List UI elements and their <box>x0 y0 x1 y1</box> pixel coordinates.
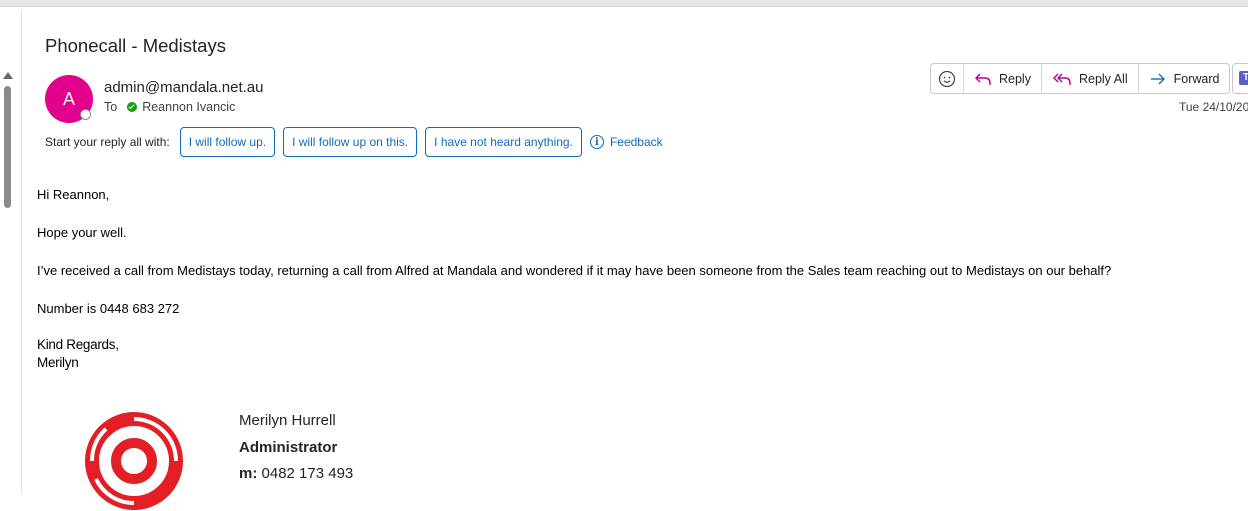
received-date: Tue 24/10/20 <box>1179 100 1248 114</box>
company-logo <box>85 412 183 510</box>
mobile-label: m: <box>239 465 258 482</box>
avatar-initial: A <box>62 88 75 109</box>
suggested-replies-label: Start your reply all with: <box>45 135 170 149</box>
body-line-1: Hope your well. <box>37 225 127 240</box>
reply-arrow-icon <box>975 73 991 85</box>
reply-all-label: Reply All <box>1078 71 1128 86</box>
sender-address[interactable]: admin@mandala.net.au <box>104 79 264 96</box>
smiley-icon <box>938 70 956 87</box>
available-check-icon <box>127 102 138 112</box>
to-label: To <box>104 100 118 114</box>
scrollbar-thumb[interactable] <box>4 86 11 208</box>
presence-status-icon <box>80 109 91 120</box>
email-subject: Phonecall - Medistays <box>45 35 226 56</box>
feedback-label: Feedback <box>609 135 663 149</box>
body-sender-name: Merilyn <box>37 355 79 370</box>
mobile-number[interactable]: 0482 173 493 <box>262 465 354 482</box>
body-line-3: Number is 0448 683 272 <box>37 301 180 316</box>
reply-all-arrow-icon <box>1052 73 1071 85</box>
scroll-up-arrow-icon[interactable] <box>3 72 13 79</box>
reply-label: Reply <box>999 71 1031 86</box>
suggested-reply-1[interactable]: I will follow up. <box>179 127 276 157</box>
reply-button[interactable]: Reply <box>964 64 1042 93</box>
forward-button[interactable]: Forward <box>1139 64 1230 93</box>
reply-all-button[interactable]: Reply All <box>1042 64 1139 93</box>
recipient-name[interactable]: Reannon Ivancic <box>142 100 235 114</box>
signature-mobile: m: 0482 173 493 <box>239 465 353 482</box>
teams-share-button[interactable]: T <box>1232 63 1248 94</box>
suggested-reply-2[interactable]: I will follow up on this. <box>283 127 418 157</box>
teams-icon: T <box>1239 71 1248 85</box>
signature-name: Merilyn Hurrell <box>239 412 336 429</box>
suggested-replies-bar: Start your reply all with: I will follow… <box>45 126 663 158</box>
feedback-link[interactable]: i Feedback <box>589 135 663 149</box>
body-closing: Kind Regards, <box>37 337 119 352</box>
window-top-border <box>0 0 1248 7</box>
left-scroll-rail <box>0 10 22 493</box>
recipient-row: To Reannon Ivancic <box>104 100 235 114</box>
body-line-2: I’ve received a call from Medistays toda… <box>37 263 1112 278</box>
info-icon: i <box>589 135 604 149</box>
forward-arrow-icon <box>1150 73 1165 84</box>
suggested-reply-3[interactable]: I have not heard anything. <box>425 127 582 157</box>
message-action-bar: Reply Reply All Forward <box>930 63 1231 94</box>
body-greeting: Hi Reannon, <box>37 187 110 202</box>
react-button[interactable] <box>931 64 964 93</box>
forward-label: Forward <box>1173 71 1220 86</box>
signature-title: Administrator <box>239 439 338 456</box>
